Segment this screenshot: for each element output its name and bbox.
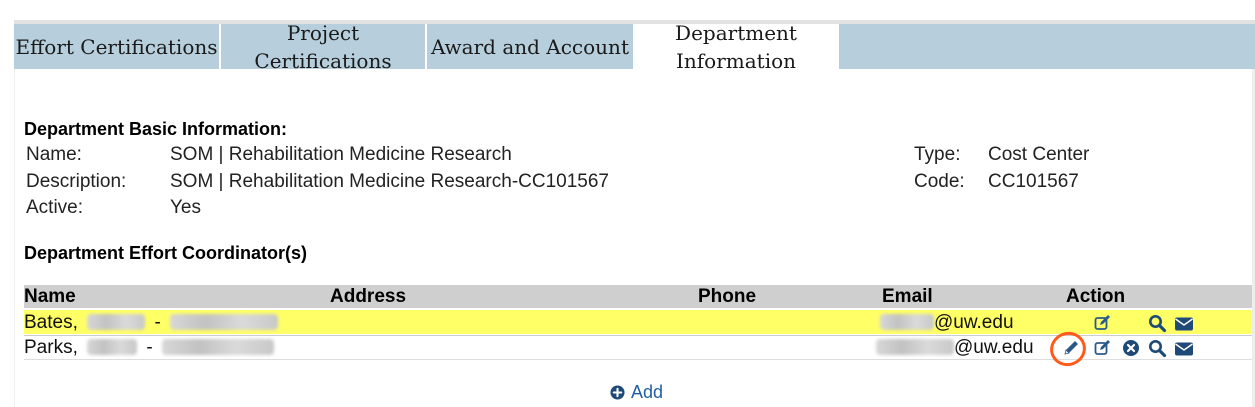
envelope-icon[interactable] <box>1174 316 1194 332</box>
edit-icon[interactable] <box>1094 314 1112 332</box>
tab-award-and-account[interactable]: Award and Account <box>427 24 633 69</box>
redacted-first-name <box>87 314 146 330</box>
code-label: Code: <box>914 171 965 192</box>
tab-label: Effort Certifications <box>15 34 218 59</box>
redacted-email-user <box>880 314 934 330</box>
row-email: @uw.edu <box>880 312 1014 334</box>
redacted-id <box>170 314 279 330</box>
active-value: Yes <box>170 197 201 218</box>
add-coordinator-button[interactable]: Add <box>610 382 663 403</box>
row-name-text: Parks, <box>24 337 78 358</box>
tab-effort-certifications[interactable]: Effort Certifications <box>14 24 221 69</box>
column-header-name: Name <box>24 286 76 307</box>
add-label: Add <box>631 382 664 402</box>
email-domain: @uw.edu <box>954 337 1034 358</box>
description-value: SOM | Rehabilitation Medicine Research-C… <box>170 171 609 192</box>
row-name: Parks, - <box>24 337 275 359</box>
row-name-text: Bates, <box>24 312 78 333</box>
tab-label: Department Information <box>675 21 797 73</box>
redacted-id <box>162 339 275 355</box>
envelope-icon[interactable] <box>1174 341 1194 357</box>
redacted-first-name <box>87 339 138 355</box>
description-label: Description: <box>26 171 127 192</box>
edit-icon[interactable] <box>1094 339 1112 357</box>
type-label: Type: <box>914 144 961 165</box>
search-icon[interactable] <box>1148 339 1167 358</box>
coordinators-heading: Department Effort Coordinator(s) <box>24 243 307 263</box>
column-header-action: Action <box>1066 286 1126 307</box>
column-header-phone: Phone <box>698 286 757 307</box>
tab-department-information[interactable]: Department Information <box>633 21 839 73</box>
row-separator: - <box>154 312 161 333</box>
active-label: Active: <box>26 197 84 218</box>
basic-info-heading: Department Basic Information: <box>24 119 288 139</box>
name-label: Name: <box>26 144 82 165</box>
tab-project-certifications[interactable]: Project Certifications <box>221 21 427 73</box>
email-domain: @uw.edu <box>934 312 1014 333</box>
column-header-address: Address <box>330 286 407 307</box>
row-separator: - <box>146 337 153 358</box>
row-email: @uw.edu <box>876 337 1034 359</box>
column-header-email: Email <box>882 286 933 307</box>
row-name: Bates, - <box>24 312 279 334</box>
remove-icon[interactable] <box>1122 339 1140 357</box>
tab-label: Project Certifications <box>254 20 392 73</box>
redacted-email-user <box>876 339 954 355</box>
panel-left-edge <box>14 69 15 407</box>
plus-circle-icon <box>610 385 625 400</box>
code-value: CC101567 <box>988 171 1079 192</box>
type-value: Cost Center <box>988 144 1090 165</box>
tab-label: Award and Account <box>431 34 629 59</box>
search-icon[interactable] <box>1148 314 1167 333</box>
name-value: SOM | Rehabilitation Medicine Research <box>170 144 512 165</box>
